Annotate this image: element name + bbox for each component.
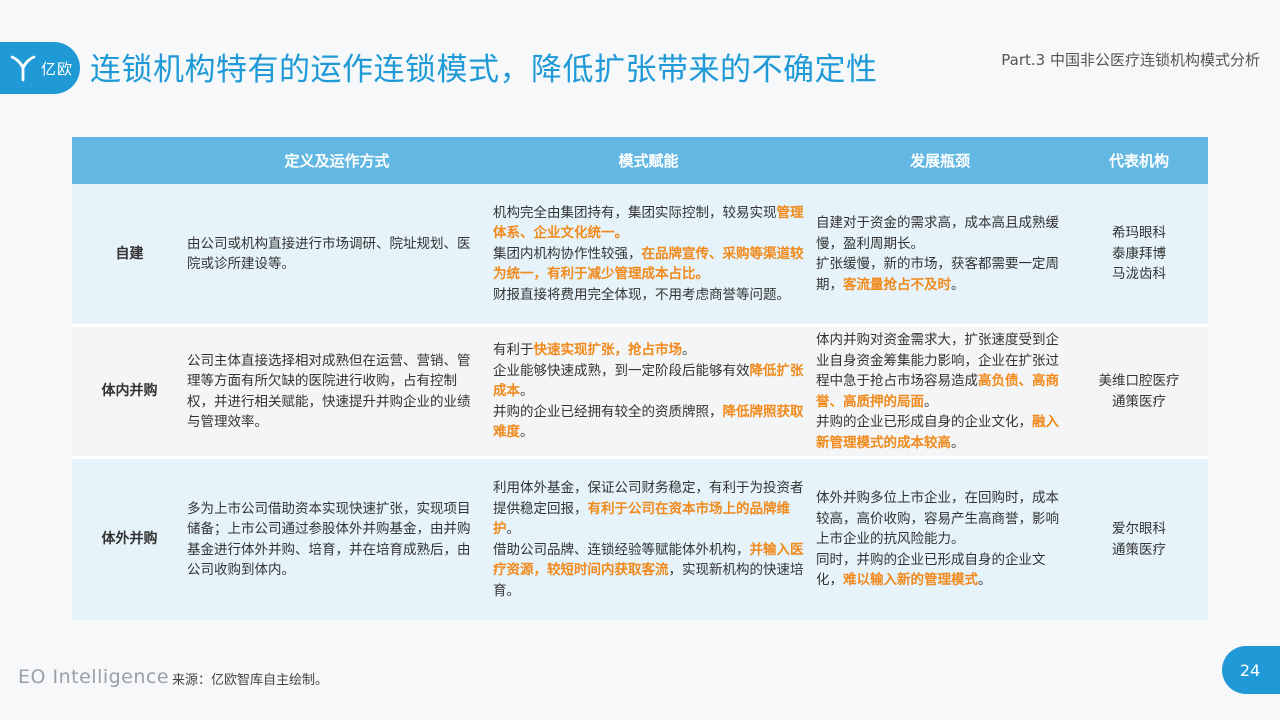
row-bottleneck: 体内并购对资金需求大，扩张速度受到企业自身资金筹集能力影响，企业在扩张过程中急于… [810,327,1070,456]
empowerment-line: 借助公司品牌、连锁经验等赋能体外机构，并输入医疗资源，较短时间内获取客流，实现新… [493,540,804,602]
header-cell-bottleneck: 发展瓶颈 [810,137,1070,184]
row-definition: 由公司或机构直接进行市场调研、院址规划、医院或诊所建设等。 [187,184,487,324]
table-row: 体外并购 多为上市公司借助资本实现快速扩张，实现项目储备；上市公司通过参股体外并购… [72,459,1208,620]
empowerment-line: 机构完全由集团持有，集团实际控制，较易实现管理体系、企业文化统一。 [493,203,804,244]
body-text: 借助公司品牌、连锁经验等赋能体外机构， [493,541,750,558]
footer-brand: EO Intelligence [18,666,170,688]
footer-source: 来源：亿欧智库自主绘制。 [172,673,329,688]
part-label: Part.3 中国非公医疗连锁机构模式分析 [1001,51,1260,69]
row-category: 体外并购 [72,459,187,620]
row-bottleneck: 自建对于资金的需求高，成本高且成熟缓慢，盈利周期长。 扩张缓慢，新的市场，获客都需… [810,184,1070,324]
row-definition: 多为上市公司借助资本实现快速扩张，实现项目储备；上市公司通过参股体外并购基金，由… [187,459,487,620]
institution-name: 美维口腔医疗 [1098,373,1180,389]
institution-name: 爱尔眼科 [1112,521,1166,537]
header-cell-category [72,137,187,184]
empowerment-line: 并购的企业已经拥有较全的资质牌照，降低牌照获取难度。 [493,402,804,443]
body-text: 。 [682,342,696,359]
body-text: 。 [924,393,938,410]
body-text: 企业能够快速成熟，到一定阶段后能够有效 [493,362,750,379]
highlight-text: 快速实现扩张，抢占市场 [533,342,683,359]
institution-name: 通策医疗 [1112,393,1166,410]
body-text: 。 [520,383,534,400]
bottleneck-line: 体外并购多位上市企业，在回购时，成本较高，高价收购，容易产生高商誉，影响上市企业… [816,488,1064,550]
row-empowerment: 利用体外基金，保证公司财务稳定，有利于为投资者提供稳定回报，有利于公司在资本市场… [487,459,810,620]
row-category: 自建 [72,184,187,324]
body-text: 机构完全由集团持有，集团实际控制，较易实现 [493,204,777,221]
institution-name: 通策医疗 [1112,541,1166,558]
bottleneck-line: 同时，并购的企业已形成自身的企业文化，难以输入新的管理模式。 [816,550,1064,591]
body-text: 。 [951,434,965,451]
header-cell-definition: 定义及运作方式 [187,137,487,184]
empowerment-line: 有利于快速实现扩张，抢占市场。 [493,340,804,361]
body-text: 。 [951,276,965,293]
definition-text: 多为上市公司借助资本实现快速扩张，实现项目储备；上市公司通过参股体外并购基金，由… [187,500,471,579]
row-institutions: 美维口腔医疗 通策医疗 [1070,327,1208,456]
empowerment-line: 集团内机构协作性较强，在品牌宣传、采购等渠道较为统一，有利于减少管理成本占比。 [493,244,804,285]
body-text: 并购的企业已经拥有较全的资质牌照， [493,403,723,420]
empowerment-line: 财报直接将费用完全体现，不用考虑商誉等问题。 [493,285,804,306]
highlight-text: 难以输入新的管理模式 [843,572,978,589]
row-institutions: 希玛眼科泰康拜博马泷齿科 [1070,184,1208,324]
body-text: 并购的企业已形成自身的企业文化， [816,414,1032,430]
header-cell-institutions: 代表机构 [1070,137,1208,184]
row-institutions: 爱尔眼科 通策医疗 [1070,459,1208,620]
body-text: 。 [978,572,992,589]
bottleneck-line: 扩张缓慢，新的市场，获客都需要一定周期，客流量抢占不及时。 [816,254,1064,295]
row-empowerment: 有利于快速实现扩张，抢占市场。 企业能够快速成熟，到一定阶段后能够有效降低扩张成本… [487,327,810,456]
empowerment-line: 企业能够快速成熟，到一定阶段后能够有效降低扩张成本。 [493,361,804,402]
table-row: 体内并购 公司主体直接选择相对成熟但在运营、营销、管理等方面有所欠缺的医院进行收购… [72,327,1208,456]
row-definition: 公司主体直接选择相对成熟但在运营、营销、管理等方面有所欠缺的医院进行收购，占有控… [187,327,487,456]
definition-text: 由公司或机构直接进行市场调研、院址规划、医院或诊所建设等。 [187,235,471,273]
yiou-logo-icon [10,55,36,82]
body-text: 财报直接将费用完全体现，不用考虑商誉等问题。 [493,286,790,303]
body-text: 有利于 [493,342,534,359]
institution-name: 希玛眼科 [1112,225,1166,242]
bottleneck-line: 并购的企业已形成自身的企业文化，融入新管理模式的成本较高。 [816,412,1064,453]
logo-text: 亿欧 [41,59,74,78]
row-empowerment: 机构完全由集团持有，集团实际控制，较易实现管理体系、企业文化统一。 集团内机构协作… [487,184,810,324]
institution-name: 马泷齿科 [1112,266,1166,283]
institution-name: 泰康拜博 [1112,245,1166,262]
definition-text: 公司主体直接选择相对成熟但在运营、营销、管理等方面有所欠缺的医院进行收购，占有控… [187,352,471,431]
table-row: 自建 由公司或机构直接进行市场调研、院址规划、医院或诊所建设等。 机构完全由集团持有… [72,184,1208,324]
body-text: 自建对于资金的需求高，成本高且成熟缓慢，盈利周期长。 [816,215,1059,252]
table-header-row: 定义及运作方式 模式赋能 发展瓶颈 代表机构 [72,137,1208,184]
body-text: 。 [506,521,521,537]
page-number: 24 [1222,646,1280,694]
empowerment-line: 利用体外基金，保证公司财务稳定，有利于为投资者提供稳定回报，有利于公司在资本市场… [493,478,804,540]
header-cell-empowerment: 模式赋能 [487,137,810,184]
body-text: 体外并购多位上市企业，在回购时，成本较高，高价收购，容易产生高商誉，影响上市企业… [816,490,1059,548]
mode-comparison-table: 定义及运作方式 模式赋能 发展瓶颈 代表机构 自建 由公司或机构直接进行市场调研、… [72,137,1208,620]
highlight-text: 客流量抢占不及时 [843,276,951,293]
logo-badge: 亿欧 [0,42,80,94]
body-text: 。 [520,424,534,441]
body-text: 集团内机构协作性较强， [493,245,642,262]
row-bottleneck: 体外并购多位上市企业，在回购时，成本较高，高价收购，容易产生高商誉，影响上市企业… [810,459,1070,620]
bottleneck-line: 体内并购对资金需求大，扩张速度受到企业自身资金筹集能力影响，企业在扩张过程中急于… [816,330,1064,412]
row-category: 体内并购 [72,327,187,456]
bottleneck-line: 自建对于资金的需求高，成本高且成熟缓慢，盈利周期长。 [816,213,1064,254]
page-title: 连锁机构特有的运作连锁模式，降低扩张带来的不确定性 [90,52,878,88]
